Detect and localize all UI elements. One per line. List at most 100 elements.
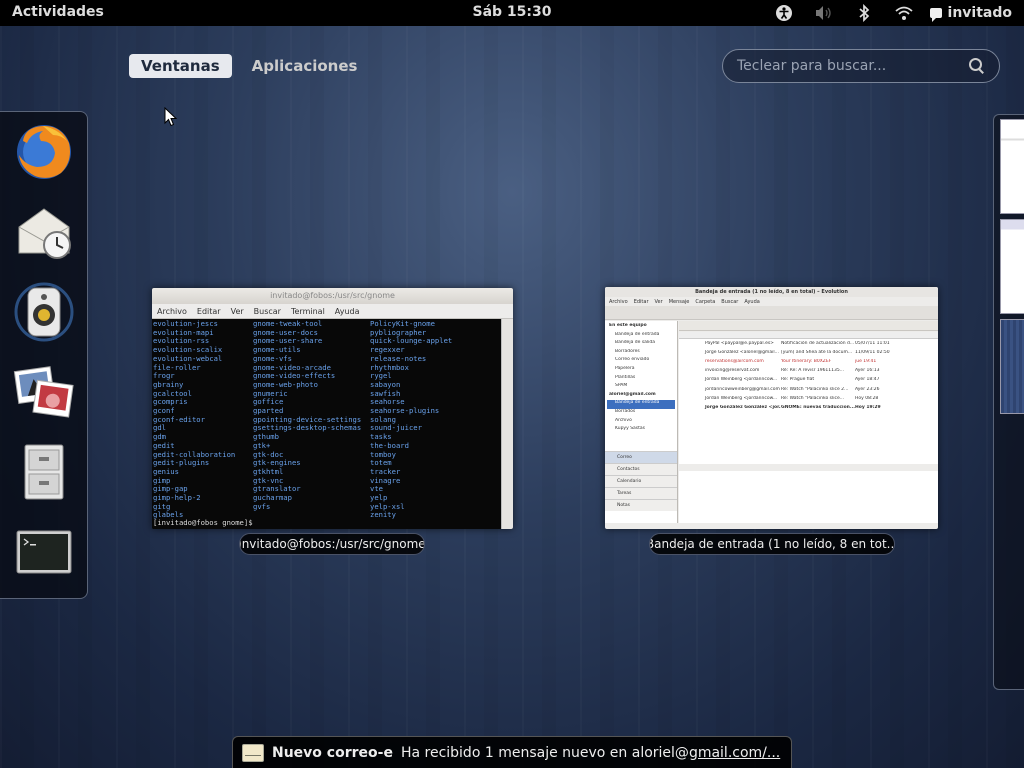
message-date: Ayer 18:47 [855, 377, 880, 383]
folder-item[interactable]: Plantillas [607, 375, 675, 384]
folder-item[interactable]: aloriel@gmail.com [607, 392, 675, 401]
message-list: PayPal <paypal@e.paypal.es> Notificación … [679, 332, 938, 464]
workspace-thumbnail[interactable] [1000, 319, 1024, 414]
folder-item[interactable]: Kupyy Sastas [607, 426, 675, 435]
dash [0, 111, 88, 599]
message-row[interactable]: Jordan Weinberg <jordanncow... Re: Watch … [679, 394, 938, 403]
message-date: Ayer 16:13 [855, 368, 880, 374]
message-row[interactable]: Jordan Weinberg <jordanncow... Re: Prague… [679, 375, 938, 384]
workspace-thumbnail[interactable] [1000, 219, 1024, 314]
toolbar [605, 306, 938, 320]
folder-item[interactable]: En este equipo [607, 323, 675, 332]
system-tray: invitado [764, 0, 1012, 26]
terminal-line: gvfs [253, 501, 271, 511]
message-row[interactable]: jordanncowweinberg@gmail.com Re: Watch "P… [679, 384, 938, 393]
folder-item[interactable]: Papelera [607, 366, 675, 375]
folder-item[interactable]: Bandeja de entrada [607, 400, 675, 409]
notification-text: Ha recibido 1 mensaje nuevo en aloriel@ [400, 744, 689, 761]
nav-button[interactable]: Tareas [605, 487, 677, 499]
preview-pane [679, 471, 938, 523]
evolution-window[interactable]: Bandeja de entrada (1 no leído, 8 en tot… [605, 287, 938, 529]
message-date: Hoy 08:28 [855, 395, 879, 401]
notification-link[interactable]: gmail.com/... [689, 745, 780, 761]
menu-item: Editar [633, 298, 649, 305]
message-subject: Ré: Re: A revisr 19611135... [781, 368, 845, 374]
nav-button[interactable]: Correo [605, 451, 677, 463]
nav-button[interactable]: Calendario [605, 475, 677, 487]
folder-item[interactable]: Borradores [607, 349, 675, 358]
mouse-cursor-icon [164, 107, 178, 127]
folder-item[interactable]: SPAM [607, 383, 675, 392]
top-bar: Actividades Sáb 15:30 invitado [0, 0, 1024, 26]
search-icon [969, 58, 985, 74]
menu-item: Editar [196, 306, 221, 316]
message-row[interactable]: Jorge González <aloriel@gmail... [yum] an… [679, 348, 938, 357]
user-name: invitado [947, 5, 1012, 21]
message-from: Jordan Weinberg <jordanncow... [705, 377, 778, 383]
menu-item: Buscar [721, 298, 739, 305]
terminal-column: PolicyKit-gnome pybliographer quick-lounge… [370, 319, 452, 520]
menu-item: Buscar [253, 306, 281, 316]
message-subject: [yum] and Shea ate la docum... [781, 350, 853, 356]
folder-item[interactable]: Bandeja de entrada [607, 332, 675, 341]
message-row[interactable]: reservations@aircom.com Your Itinerary: B… [679, 357, 938, 366]
menu-item: Ver [654, 298, 663, 305]
message-date: 11/09/11 02:50 [855, 350, 890, 356]
message-date: jue 19:41 [855, 359, 877, 365]
message-subject: Your Itinerary: B0XZEF [781, 359, 832, 365]
folder-item[interactable]: Bandeja de salida [607, 340, 675, 349]
user-menu[interactable]: invitado [924, 5, 1012, 22]
terminal-prompt: [invitado@fobos gnome]$ [153, 518, 253, 528]
folder-pane: En este equipo Bandeja de entrada Bandeja … [605, 321, 678, 523]
mail-clock-icon[interactable] [12, 200, 76, 264]
message-row[interactable]: PayPal <paypal@e.paypal.es> Notificación … [679, 339, 938, 348]
message-from: jordanncowweinberg@gmail.com [705, 386, 780, 392]
nav-button[interactable]: Contactos [605, 463, 677, 475]
terminal-icon[interactable] [12, 520, 76, 584]
speaker-icon[interactable] [12, 280, 76, 344]
terminal-window[interactable]: invitado@fobos:/usr/src/gnome Archivo Ed… [152, 288, 513, 529]
menu-item: Ver [230, 306, 244, 316]
search-placeholder: Teclear para buscar... [737, 58, 887, 74]
workspace-switcher [993, 114, 1024, 690]
menu-bar: Archivo Editar Ver Buscar Terminal Ayuda [152, 304, 513, 319]
workspace-thumbnail[interactable] [1000, 119, 1024, 214]
clock-label[interactable]: Sáb 15:30 [473, 4, 552, 20]
menu-item: Mensaje [668, 298, 690, 305]
menu-item: Archivo [157, 306, 187, 316]
firefox-icon[interactable] [12, 120, 76, 184]
notification-title: Nuevo correo-e [272, 744, 393, 761]
wifi-icon[interactable] [884, 0, 924, 26]
menu-item: Ayuda [334, 306, 360, 316]
message-date: 05/07/11 11:01 [855, 341, 890, 347]
volume-muted-icon[interactable] [804, 0, 844, 26]
window-caption: Bandeja de entrada (1 no leído, 8 en tot… [649, 533, 895, 555]
photos-icon[interactable] [12, 360, 76, 424]
mail-icon [242, 743, 264, 762]
terminal-line: zenity [370, 510, 396, 520]
message-from: invoicing@reservat.com [705, 368, 760, 374]
notification-banner[interactable]: Nuevo correo-e Ha recibido 1 mensaje nue… [232, 736, 792, 768]
window-title: invitado@fobos:/usr/src/gnome [152, 288, 513, 304]
message-subject: Notificación de actualización d... [781, 341, 855, 347]
tab-applications[interactable]: Aplicaciones [240, 54, 370, 78]
nav-button[interactable]: Notas [605, 499, 677, 511]
search-input[interactable]: Teclear para buscar... [722, 49, 1000, 83]
message-row[interactable]: Jorge González González <jor... GNOME: nu… [679, 403, 938, 412]
accessibility-icon[interactable] [764, 0, 804, 26]
folder-item[interactable]: Correo enviado [607, 357, 675, 366]
bluetooth-icon[interactable] [844, 0, 884, 26]
message-list-header [679, 332, 938, 339]
folder-item[interactable]: Borrados [607, 409, 675, 418]
folder-item[interactable]: Archivo [607, 418, 675, 427]
file-cabinet-icon[interactable] [12, 440, 76, 504]
scrollbar[interactable] [501, 319, 513, 529]
message-from: Jorge González González <jor... [705, 404, 781, 410]
chat-icon [929, 8, 942, 22]
view-selector: Ventanas Aplicaciones [129, 54, 369, 78]
tab-windows[interactable]: Ventanas [129, 54, 232, 78]
menu-item: Terminal [290, 306, 325, 316]
message-row[interactable]: invoicing@reservat.com Ré: Re: A revisr 1… [679, 366, 938, 375]
menu-bar: Archivo Editar Ver Mensaje Carpeta Busca… [605, 297, 938, 306]
terminal-column: gnome-tweak-tool gnome-user-docs gnome-use… [253, 319, 361, 511]
